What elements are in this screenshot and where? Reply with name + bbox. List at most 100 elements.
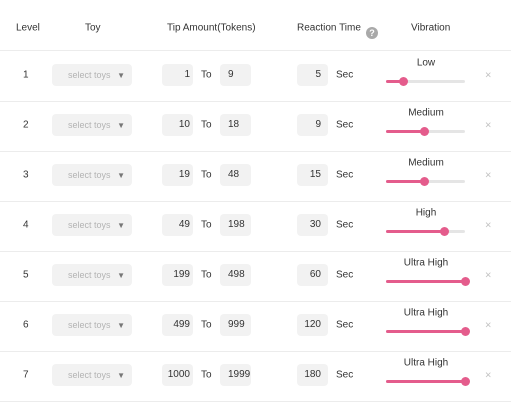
vibration-slider-fill [386,280,465,283]
toy-select[interactable]: select toys ▼ [52,214,132,236]
sec-label: Sec [336,269,354,281]
sec-label: Sec [336,119,354,131]
reaction-time-input[interactable]: 15 [297,164,328,186]
to-label: To [201,119,212,131]
delete-row-icon[interactable]: × [485,70,491,82]
row-level: 6 [23,319,29,331]
vibration-slider[interactable] [386,77,465,86]
row-level: 5 [23,269,29,281]
reaction-time-input[interactable]: 60 [297,264,328,286]
tip-to-input[interactable]: 1999 [220,364,251,386]
reaction-time-input[interactable]: 120 [297,314,328,336]
tip-from-input[interactable]: 10 [162,114,193,136]
row-level: 1 [23,69,29,81]
toy-select-placeholder: select toys [68,220,111,230]
vibration-slider[interactable] [386,277,470,286]
table-row: 3 select toys ▼ 19 To 48 15 Sec Medium × [0,151,511,202]
vibration-slider[interactable] [386,377,470,386]
vibration-slider[interactable] [386,227,465,236]
to-label: To [201,69,212,81]
toy-select[interactable]: select toys ▼ [52,114,132,136]
tip-from-input[interactable]: 499 [162,314,193,336]
table-row: 2 select toys ▼ 10 To 18 9 Sec Medium × [0,101,511,152]
tip-from-input[interactable]: 1 [162,64,193,86]
vibration-slider-fill [386,230,445,233]
reaction-time-input[interactable]: 9 [297,114,328,136]
delete-row-icon[interactable]: × [485,120,491,132]
toy-select[interactable]: select toys ▼ [52,264,132,286]
tip-to-input[interactable]: 9 [220,64,251,86]
table-row: 4 select toys ▼ 49 To 198 30 Sec High × [0,201,511,252]
table-header: Level Toy Tip Amount(Tokens) Reaction Ti… [0,0,511,51]
toy-select[interactable]: select toys ▼ [52,314,132,336]
header-reaction-time: Reaction Time [297,22,361,34]
vibration-slider-fill [386,130,424,133]
table-row: 5 select toys ▼ 199 To 498 60 Sec Ultra High × [0,251,511,302]
toy-select[interactable]: select toys ▼ [52,64,132,86]
reaction-time-input[interactable]: 5 [297,64,328,86]
vibration-level-label: Low [416,57,436,69]
tip-from-input[interactable]: 19 [162,164,193,186]
vibration-slider-fill [386,180,424,183]
vibration-slider-thumb[interactable] [419,177,429,186]
delete-row-icon[interactable]: × [485,170,491,182]
chevron-down-icon: ▼ [117,71,125,80]
table-row: 1 select toys ▼ 1 To 9 5 Sec Low × [0,51,511,102]
toy-select-placeholder: select toys [68,370,111,380]
vibration-slider[interactable] [386,127,465,136]
sec-label: Sec [336,369,354,381]
chevron-down-icon: ▼ [117,321,125,330]
to-label: To [201,369,212,381]
vibration-level-label: Ultra High [403,257,449,269]
delete-row-icon[interactable]: × [485,220,491,232]
sec-label: Sec [336,319,354,331]
delete-row-icon[interactable]: × [485,320,491,332]
chevron-down-icon: ▼ [117,271,125,280]
sec-label: Sec [336,69,354,81]
vibration-slider-fill [386,380,465,383]
vibration-slider[interactable] [386,177,465,186]
reaction-time-input[interactable]: 180 [297,364,328,386]
vibration-slider-thumb[interactable] [461,277,470,286]
header-vibration: Vibration [411,22,451,34]
vibration-slider-thumb[interactable] [461,377,470,386]
header-toy: Toy [85,22,101,34]
delete-row-icon[interactable]: × [485,270,491,282]
tip-from-input[interactable]: 49 [162,214,193,236]
toy-select-placeholder: select toys [68,170,111,180]
vibration-slider-fill [386,330,465,333]
tip-from-input[interactable]: 1000 [162,364,193,386]
vibration-slider[interactable] [386,327,470,336]
chevron-down-icon: ▼ [117,121,125,130]
toy-select[interactable]: select toys ▼ [52,164,132,186]
tip-to-input[interactable]: 498 [220,264,251,286]
table-row: 7 select toys ▼ 1000 To 1999 180 Sec Ultra High × [0,351,511,402]
tip-to-input[interactable]: 198 [220,214,251,236]
chevron-down-icon: ▼ [117,221,125,230]
header-tip-amount: Tip Amount(Tokens) [167,22,256,34]
vibration-slider-thumb[interactable] [461,327,470,336]
help-icon[interactable]: ? [366,27,378,39]
delete-row-icon[interactable]: × [485,370,491,382]
chevron-down-icon: ▼ [117,371,125,380]
tip-to-input[interactable]: 18 [220,114,251,136]
to-label: To [201,269,212,281]
tip-from-input[interactable]: 199 [162,264,193,286]
toy-select-placeholder: select toys [68,320,111,330]
table-row: 6 select toys ▼ 499 To 999 120 Sec Ultra High × [0,301,511,352]
header-level: Level [16,22,40,34]
chevron-down-icon: ▼ [117,171,125,180]
vibration-slider-thumb[interactable] [419,127,429,136]
vibration-slider-thumb[interactable] [440,227,450,236]
tip-to-input[interactable]: 999 [220,314,251,336]
tip-to-input[interactable]: 48 [220,164,251,186]
row-level: 3 [23,169,29,181]
to-label: To [201,169,212,181]
toy-select-placeholder: select toys [68,120,111,130]
vibration-slider-thumb[interactable] [399,77,409,86]
toy-select[interactable]: select toys ▼ [52,364,132,386]
sec-label: Sec [336,169,354,181]
reaction-time-input[interactable]: 30 [297,214,328,236]
toy-select-placeholder: select toys [68,70,111,80]
to-label: To [201,219,212,231]
